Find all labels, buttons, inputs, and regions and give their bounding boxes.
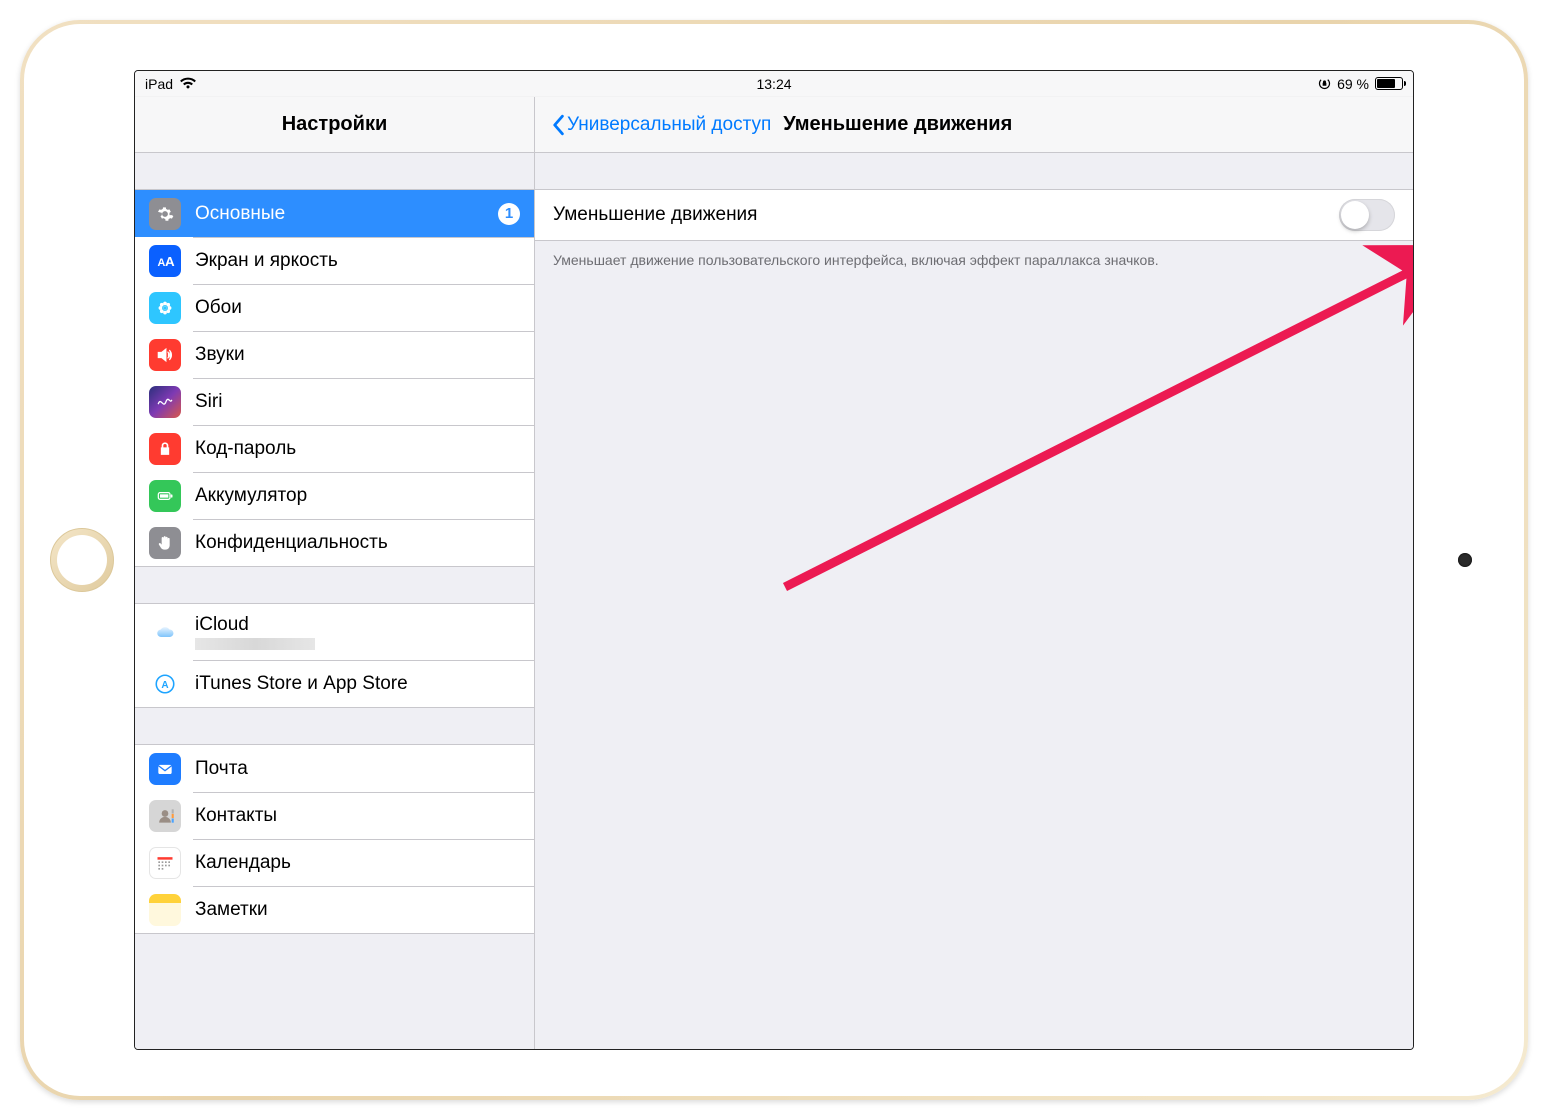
sidebar-item-label: iTunes Store и App Store (195, 673, 520, 695)
ipad-frame: iPad 13:24 69 % На (20, 20, 1528, 1100)
hand-icon (149, 527, 181, 559)
sidebar-item-label: Аккумулятор (195, 485, 520, 507)
battery-icon (149, 480, 181, 512)
reduce-motion-label: Уменьшение движения (553, 204, 757, 226)
sidebar-item-wallpaper[interactable]: Обои (135, 284, 534, 331)
sidebar-item-label: Код-пароль (195, 438, 520, 460)
status-device-label: iPad (145, 76, 173, 92)
sidebar-item-label: Экран и яркость (195, 250, 520, 272)
battery-icon (1375, 77, 1403, 90)
contacts-icon (149, 800, 181, 832)
sidebar-item-display[interactable]: AA Экран и яркость (135, 237, 534, 284)
sidebar-item-label: Заметки (195, 899, 520, 921)
sidebar-item-label: Обои (195, 297, 520, 319)
sidebar-scroll[interactable]: Основные 1 AA Экран и яркость (135, 153, 534, 1049)
reduce-motion-toggle[interactable] (1339, 199, 1395, 231)
sidebar-item-privacy[interactable]: Конфиденциальность (135, 519, 534, 566)
svg-text:A: A (161, 679, 168, 690)
lock-icon (149, 433, 181, 465)
detail-pane: Универсальный доступ Уменьшение движения… (535, 97, 1413, 1049)
gear-icon (149, 198, 181, 230)
sidebar-item-icloud[interactable]: iCloud (135, 604, 534, 660)
flower-icon (149, 292, 181, 324)
sidebar-item-store[interactable]: A iTunes Store и App Store (135, 660, 534, 707)
back-button[interactable]: Универсальный доступ (551, 114, 771, 136)
sidebar-item-general[interactable]: Основные 1 (135, 190, 534, 237)
sidebar-item-label: Почта (195, 758, 520, 780)
settings-sidebar: Настройки Основные 1 (135, 97, 535, 1049)
sidebar-item-battery[interactable]: Аккумулятор (135, 472, 534, 519)
home-button[interactable] (50, 528, 114, 592)
sidebar-item-label: iCloud (195, 614, 520, 636)
reduce-motion-row: Уменьшение движения (535, 189, 1413, 241)
sidebar-item-siri[interactable]: Siri (135, 378, 534, 425)
wifi-icon (179, 77, 197, 90)
notes-icon (149, 894, 181, 926)
annotation-arrow (775, 237, 1414, 597)
sidebar-item-label: Календарь (195, 852, 520, 874)
sidebar-item-contacts[interactable]: Контакты (135, 792, 534, 839)
cloud-icon (149, 616, 181, 648)
status-battery-pct: 69 % (1337, 76, 1369, 92)
sidebar-item-label: Звуки (195, 344, 520, 366)
sidebar-item-label: Siri (195, 391, 520, 413)
svg-text:A: A (165, 254, 175, 269)
speaker-icon (149, 339, 181, 371)
ipad-bezel: iPad 13:24 69 % На (24, 24, 1524, 1096)
appstore-icon: A (149, 668, 181, 700)
screen: iPad 13:24 69 % На (134, 70, 1414, 1050)
siri-icon (149, 386, 181, 418)
sidebar-item-label: Конфиденциальность (195, 532, 520, 554)
sidebar-title: Настройки (282, 113, 388, 136)
text-size-icon: AA (149, 245, 181, 277)
settings-group-2: iCloud A iTunes Store и App Store (135, 603, 534, 708)
sidebar-item-calendar[interactable]: Календарь (135, 839, 534, 886)
detail-title: Уменьшение движения (783, 113, 1012, 136)
sidebar-item-label: Контакты (195, 805, 520, 827)
icloud-account-redacted (195, 638, 315, 650)
sidebar-item-sounds[interactable]: Звуки (135, 331, 534, 378)
reduce-motion-footer: Уменьшает движение пользовательского инт… (535, 241, 1413, 280)
orientation-lock-icon (1318, 77, 1331, 90)
sidebar-header: Настройки (135, 97, 534, 153)
notification-badge: 1 (498, 203, 520, 225)
sidebar-item-label: Основные (195, 203, 490, 225)
back-label: Универсальный доступ (567, 114, 771, 136)
front-camera (1458, 553, 1472, 567)
settings-group-1: Основные 1 AA Экран и яркость (135, 189, 534, 567)
mail-icon (149, 753, 181, 785)
sidebar-item-notes[interactable]: Заметки (135, 886, 534, 933)
calendar-icon (149, 847, 181, 879)
sidebar-item-mail[interactable]: Почта (135, 745, 534, 792)
sidebar-item-passcode[interactable]: Код-пароль (135, 425, 534, 472)
status-time: 13:24 (756, 76, 791, 92)
detail-header: Универсальный доступ Уменьшение движения (535, 97, 1413, 153)
status-bar: iPad 13:24 69 % (135, 71, 1413, 97)
settings-group-3: Почта Контакты (135, 744, 534, 934)
